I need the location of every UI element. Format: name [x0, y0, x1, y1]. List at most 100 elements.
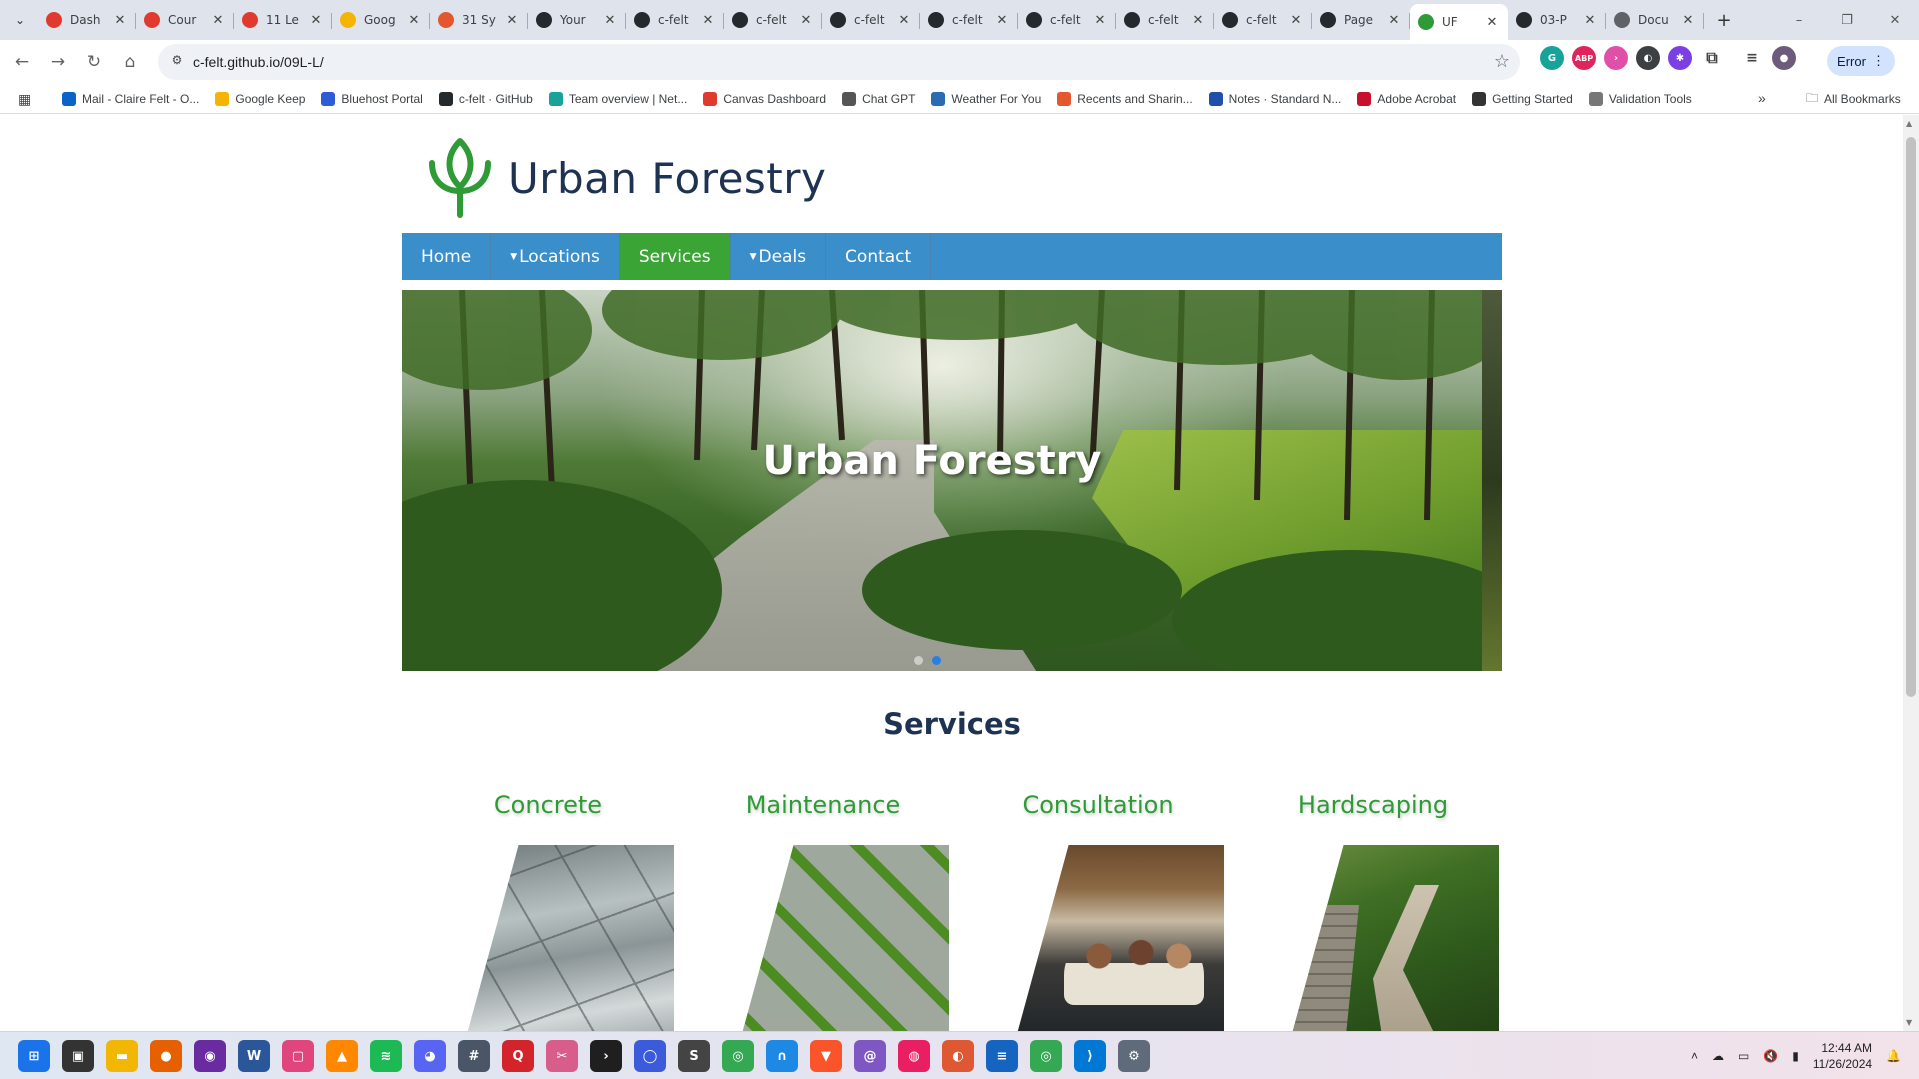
service-card[interactable]: Consultation — [978, 791, 1224, 1031]
bookmark-item[interactable]: Getting Started — [1472, 92, 1573, 106]
bookmark-star-icon[interactable]: ☆ — [1494, 51, 1510, 72]
close-tab-icon[interactable]: ✕ — [1386, 13, 1402, 28]
bookmark-item[interactable]: Mail - Claire Felt - O... — [62, 92, 199, 106]
bookmark-item[interactable]: Adobe Acrobat — [1357, 92, 1456, 106]
service-title[interactable]: Maintenance — [703, 791, 943, 819]
firefox-icon[interactable]: ● — [150, 1040, 182, 1072]
extension-gear-icon[interactable]: ✱ — [1668, 46, 1692, 70]
close-tab-icon[interactable]: ✕ — [1288, 13, 1304, 28]
close-tab-icon[interactable]: ✕ — [896, 13, 912, 28]
adblock-extension-icon[interactable]: ABP — [1572, 46, 1596, 70]
clock[interactable]: 12:44 AM 11/26/2024 — [1813, 1040, 1872, 1072]
browser-tab[interactable]: c-felt ✕ — [1018, 4, 1116, 36]
close-tab-icon[interactable]: ✕ — [504, 13, 520, 28]
file-explorer-icon[interactable]: ▬ — [106, 1040, 138, 1072]
new-tab-button[interactable]: + — [1710, 4, 1738, 36]
reading-list-icon[interactable]: ≡ — [1740, 46, 1764, 70]
restore-button[interactable]: ❐ — [1823, 0, 1871, 40]
carousel-dot[interactable] — [914, 656, 923, 665]
start-icon[interactable]: ⊞ — [18, 1040, 50, 1072]
reload-button[interactable]: ↻ — [78, 46, 110, 78]
tab-search-button[interactable]: ⌄ — [8, 8, 32, 32]
service-title[interactable]: Consultation — [978, 791, 1218, 819]
profile-error-button[interactable]: Error ⋮ — [1827, 46, 1895, 76]
service-image[interactable] — [1014, 845, 1224, 1031]
app-icon-purple[interactable]: ◉ — [194, 1040, 226, 1072]
nav-locations[interactable]: ▼ Locations — [491, 233, 620, 280]
site-brand[interactable]: Urban Forestry — [424, 137, 826, 219]
vscode-icon[interactable]: ⟩ — [1074, 1040, 1106, 1072]
browser-tab[interactable]: Page ✕ — [1312, 4, 1410, 36]
chrome-icon[interactable]: ◎ — [722, 1040, 754, 1072]
close-tab-icon[interactable]: ✕ — [798, 13, 814, 28]
close-tab-icon[interactable]: ✕ — [112, 13, 128, 28]
close-tab-icon[interactable]: ✕ — [602, 13, 618, 28]
app-icon-orb[interactable]: ◍ — [898, 1040, 930, 1072]
app-icon-blue[interactable]: ◯ — [634, 1040, 666, 1072]
service-card[interactable]: Hardscaping — [1253, 791, 1499, 1031]
volume-muted-icon[interactable]: 🔇 — [1763, 1049, 1778, 1063]
bookmark-item[interactable]: Team overview | Net... — [548, 92, 687, 106]
network-icon[interactable]: ▭ — [1738, 1049, 1749, 1063]
settings-icon[interactable]: ⚙ — [1118, 1040, 1150, 1072]
browser-tab[interactable]: UF ✕ — [1410, 4, 1508, 40]
chevron-up-icon[interactable]: ˄ — [1691, 1049, 1698, 1063]
service-title[interactable]: Hardscaping — [1253, 791, 1493, 819]
bookmark-item[interactable]: Notes · Standard N... — [1208, 92, 1341, 106]
app-icon-pink[interactable]: ▢ — [282, 1040, 314, 1072]
snipping-tool-icon[interactable]: ✂ — [546, 1040, 578, 1072]
nav-deals[interactable]: ▼ Deals — [731, 233, 827, 280]
service-card[interactable]: Concrete — [428, 791, 674, 1031]
close-tab-icon[interactable]: ✕ — [308, 13, 324, 28]
browser-tab[interactable]: c-felt ✕ — [920, 4, 1018, 36]
service-title[interactable]: Concrete — [428, 791, 668, 819]
task-view-icon[interactable]: ▣ — [62, 1040, 94, 1072]
home-button[interactable]: ⌂ — [114, 46, 146, 78]
url-input[interactable] — [193, 44, 1473, 80]
service-image[interactable] — [464, 845, 674, 1031]
calculator-icon[interactable]: # — [458, 1040, 490, 1072]
minimize-button[interactable]: – — [1775, 0, 1823, 40]
browser-tab[interactable]: Goog ✕ — [332, 4, 430, 36]
close-tab-icon[interactable]: ✕ — [994, 13, 1010, 28]
browser-tab[interactable]: c-felt ✕ — [724, 4, 822, 36]
word-icon[interactable]: W — [238, 1040, 270, 1072]
discord-icon[interactable]: ◕ — [414, 1040, 446, 1072]
brave-icon[interactable]: ▼ — [810, 1040, 842, 1072]
browser-tab[interactable]: c-felt ✕ — [1214, 4, 1312, 36]
close-tab-icon[interactable]: ✕ — [1582, 13, 1598, 28]
spotify-icon[interactable]: ≋ — [370, 1040, 402, 1072]
browser-tab[interactable]: c-felt ✕ — [822, 4, 920, 36]
back-button[interactable]: ← — [6, 46, 38, 78]
site-info-icon[interactable]: ⚙ — [168, 53, 186, 71]
close-tab-icon[interactable]: ✕ — [1484, 15, 1500, 30]
close-tab-icon[interactable]: ✕ — [1092, 13, 1108, 28]
bookmark-item[interactable]: Bluehost Portal — [321, 92, 423, 106]
address-bar[interactable]: ⚙ ☆ — [158, 44, 1520, 80]
battery-icon[interactable]: ▮ — [1792, 1049, 1799, 1063]
app-icon-red[interactable]: Q — [502, 1040, 534, 1072]
bookmark-item[interactable]: Recents and Sharin... — [1057, 92, 1193, 106]
extension-arrow-icon[interactable]: › — [1604, 46, 1628, 70]
browser-tab[interactable]: 11 Le ✕ — [234, 4, 332, 36]
service-image[interactable] — [1289, 845, 1499, 1031]
browser-tab[interactable]: 03-P ✕ — [1508, 4, 1606, 36]
bookmark-item[interactable]: Weather For You — [931, 92, 1041, 106]
scrollbar-thumb[interactable] — [1906, 137, 1916, 697]
notepad-icon[interactable]: ≡ — [986, 1040, 1018, 1072]
close-tab-icon[interactable]: ✕ — [406, 13, 422, 28]
close-tab-icon[interactable]: ✕ — [1190, 13, 1206, 28]
bookmark-item[interactable]: Chat GPT — [842, 92, 915, 106]
app-icon-s[interactable]: S — [678, 1040, 710, 1072]
bookmarks-overflow-button[interactable]: » — [1758, 90, 1766, 106]
browser-tab[interactable]: Your ✕ — [528, 4, 626, 36]
profile-avatar[interactable]: ● — [1772, 46, 1796, 70]
chrome-profile-icon[interactable]: ◎ — [1030, 1040, 1062, 1072]
extensions-puzzle-icon[interactable]: ⧉ — [1700, 46, 1724, 70]
browser-tab[interactable]: c-felt ✕ — [626, 4, 724, 36]
browser-tab[interactable]: Docu ✕ — [1606, 4, 1704, 36]
page-scrollbar[interactable]: ▲ ▼ — [1903, 115, 1919, 1031]
onedrive-icon[interactable]: ☁ — [1712, 1049, 1724, 1063]
bookmark-item[interactable]: Google Keep — [215, 92, 305, 106]
bookmark-item[interactable]: c-felt · GitHub — [438, 92, 533, 106]
